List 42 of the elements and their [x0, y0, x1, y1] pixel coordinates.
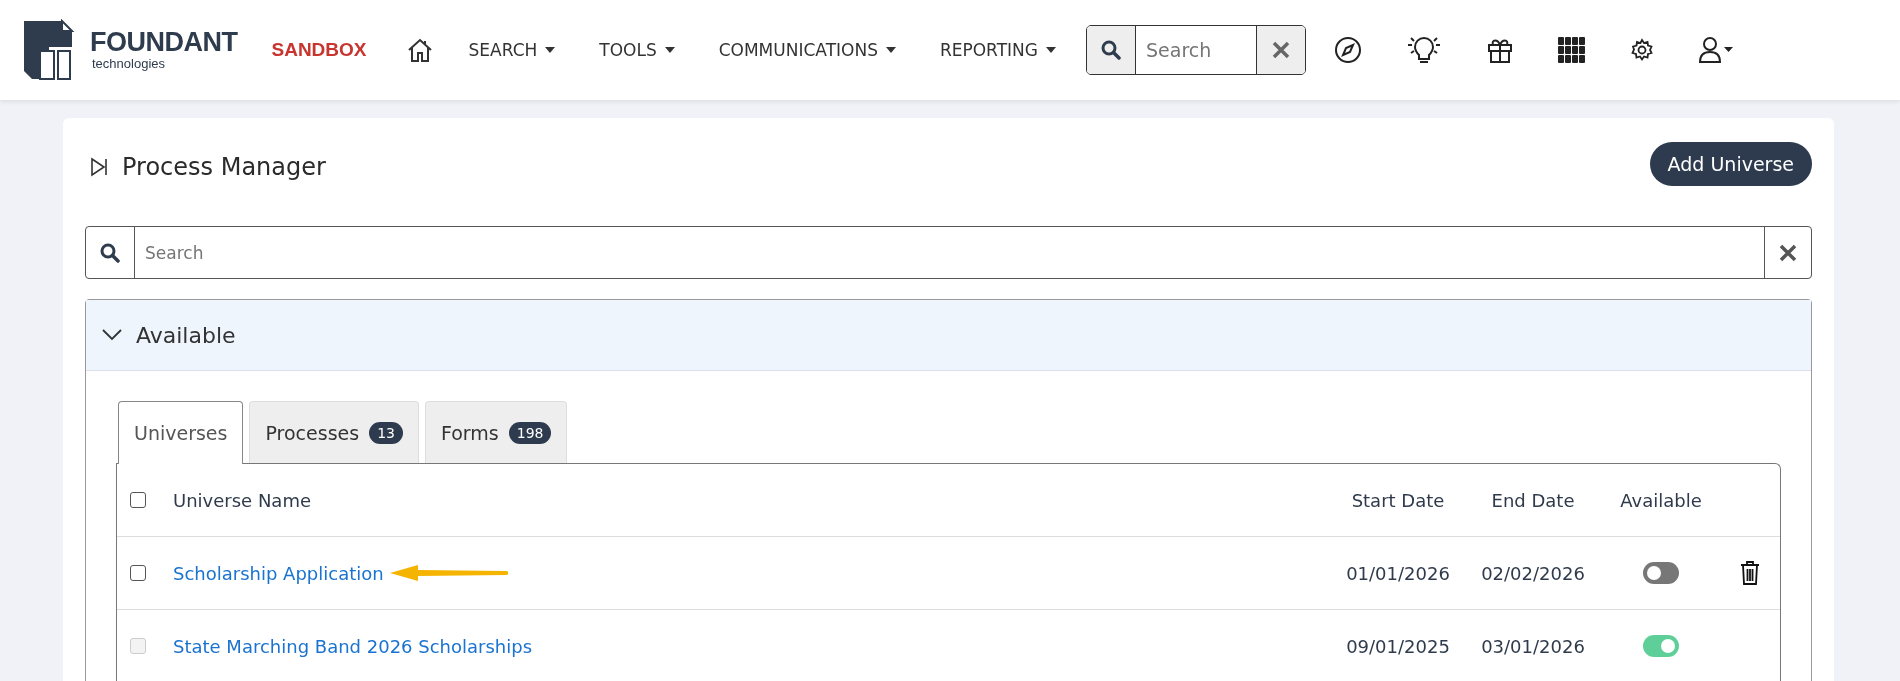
column-header: Available: [1620, 489, 1702, 511]
page-title: Process Manager: [122, 153, 326, 181]
chevron-icon[interactable]: [102, 329, 122, 341]
column-header: Universe Name: [173, 489, 312, 511]
play-icon: [90, 157, 108, 177]
environment-label: SANDBOX: [271, 39, 367, 61]
toggle-switch[interactable]: [1643, 562, 1679, 584]
tab[interactable]: Forms 198: [424, 401, 568, 463]
trash-icon[interactable]: [1740, 560, 1760, 586]
add-universe-button[interactable]: Add Universe: [1649, 142, 1812, 186]
table-cell: 03/01/2026: [1481, 635, 1585, 657]
compass-icon[interactable]: [1334, 36, 1362, 64]
count-badge: 198: [508, 421, 552, 444]
nav-menu[interactable]: REPORTING: [939, 40, 1056, 60]
universe-link[interactable]: Scholarship Application: [173, 562, 384, 584]
home-icon[interactable]: [406, 37, 433, 63]
search-icon[interactable]: [100, 242, 120, 263]
search-bar[interactable]: Search: [1086, 25, 1306, 75]
close-icon[interactable]: [1779, 243, 1797, 262]
tab[interactable]: Processes 13: [249, 401, 419, 463]
lightbulb-icon[interactable]: [1406, 35, 1442, 65]
count-badge: 13: [369, 421, 403, 444]
table-cell: 09/01/2025: [1346, 635, 1450, 657]
nav-menu[interactable]: SEARCH: [468, 40, 556, 60]
nav-menu[interactable]: TOOLS: [599, 40, 675, 60]
logo-name: FOUNDANT: [90, 29, 238, 56]
close-icon[interactable]: [1272, 41, 1290, 59]
table-cell: 01/01/2026: [1346, 562, 1450, 584]
user-menu-icon[interactable]: [1698, 36, 1734, 64]
logo-tagline: technologies: [92, 56, 166, 71]
nav-menu[interactable]: COMMUNICATIONS: [718, 40, 896, 60]
checkbox[interactable]: [130, 492, 146, 508]
column-header: Start Date: [1351, 489, 1445, 511]
search-icon[interactable]: [1101, 40, 1121, 60]
column-header: End Date: [1491, 489, 1575, 511]
panel-title: Available: [136, 322, 236, 348]
table-cell: 02/02/2026: [1481, 562, 1585, 584]
checkbox[interactable]: [130, 565, 146, 581]
settings-icon[interactable]: [1630, 38, 1654, 62]
panel-header[interactable]: Available: [86, 300, 1811, 371]
tab[interactable]: Universes: [118, 401, 244, 464]
apps-grid-icon[interactable]: [1558, 37, 1586, 63]
